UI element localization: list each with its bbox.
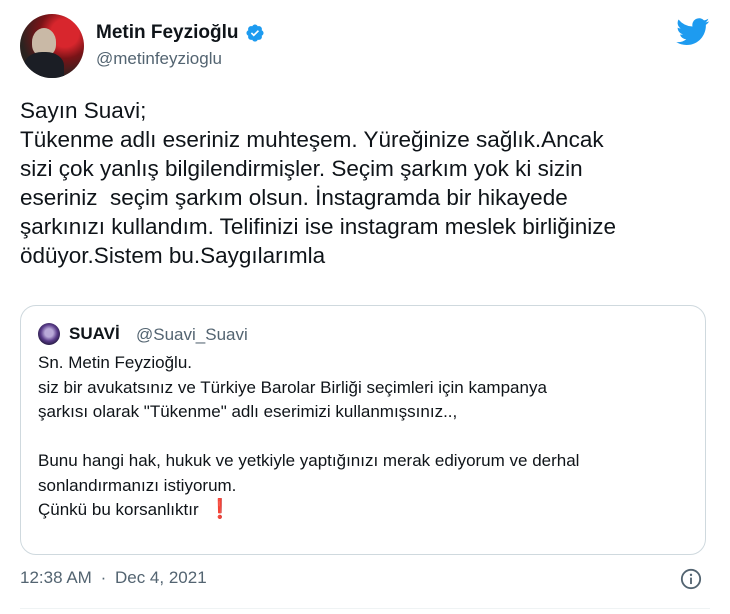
quoted-line: Bunu hangi hak, hukuk ve yetkiyle yaptığ… <box>38 451 580 470</box>
author-name-row: Metin Feyzioğlu <box>96 22 265 44</box>
quoted-line: Çünkü bu korsanlıktır <box>38 500 199 519</box>
tweet-line: ödüyor.Sistem bu.Saygılarımla <box>20 243 326 268</box>
tweet-card: Metin Feyzioğlu @metinfeyzioglu Sayın Su… <box>0 0 730 614</box>
quoted-tweet[interactable]: SUAVİ @Suavi_Suavi Sn. Metin Feyzioğlu. … <box>20 305 706 555</box>
quoted-line: sonlandırmanızı istiyorum. <box>38 475 237 495</box>
author-display-name[interactable]: Metin Feyzioğlu <box>96 22 239 44</box>
tweet-line: eseriniz seçim şarkım olsun. İnstagramda… <box>20 185 568 210</box>
quoted-author-avatar <box>38 323 60 345</box>
quoted-last-line: Çünkü bu korsanlıktır ❗ <box>38 498 698 523</box>
quoted-tweet-text: Sn. Metin Feyzioğlu. siz bir avukatsınız… <box>38 351 698 523</box>
author-avatar[interactable] <box>20 14 84 78</box>
author-handle[interactable]: @metinfeyzioglu <box>96 49 222 69</box>
tweet-line: Sayın Suavi; <box>20 98 147 123</box>
quoted-line: Sn. Metin Feyzioğlu. <box>38 353 193 372</box>
tweet-line: şarkınızı kullandım. Telifinizi ise inst… <box>20 214 617 239</box>
exclamation-icon: ❗ <box>208 499 232 520</box>
tweet-line: sizi çok yanlış bilgilendirmişler. Seçim… <box>20 156 583 181</box>
tweet-line: Tükenme adlı eseriniz muhteşem. Yüreğini… <box>20 127 604 152</box>
quoted-author-name: SUAVİ <box>69 324 120 343</box>
twitter-bird-icon[interactable] <box>676 18 710 46</box>
info-icon[interactable] <box>680 568 702 590</box>
tweet-date: Dec 4, 2021 <box>114 568 207 587</box>
quoted-line: siz bir avukatsınız ve Türkiye Barolar B… <box>38 377 547 397</box>
tweet-time: 12:38 AM <box>20 568 92 587</box>
meta-separator: · <box>100 568 107 587</box>
avatar-suit <box>24 52 64 78</box>
quoted-author-handle: @Suavi_Suavi <box>136 325 248 344</box>
tweet-timestamp[interactable]: 12:38 AM · Dec 4, 2021 <box>20 568 211 588</box>
bottom-divider <box>20 608 710 609</box>
quoted-line <box>38 425 698 450</box>
quoted-line: şarkısı olarak "Tükenme" adlı eserimizi … <box>38 402 458 421</box>
verified-badge-icon <box>245 24 264 42</box>
tweet-text: Sayın Suavi; Tükenme adlı eseriniz muhte… <box>20 96 720 270</box>
